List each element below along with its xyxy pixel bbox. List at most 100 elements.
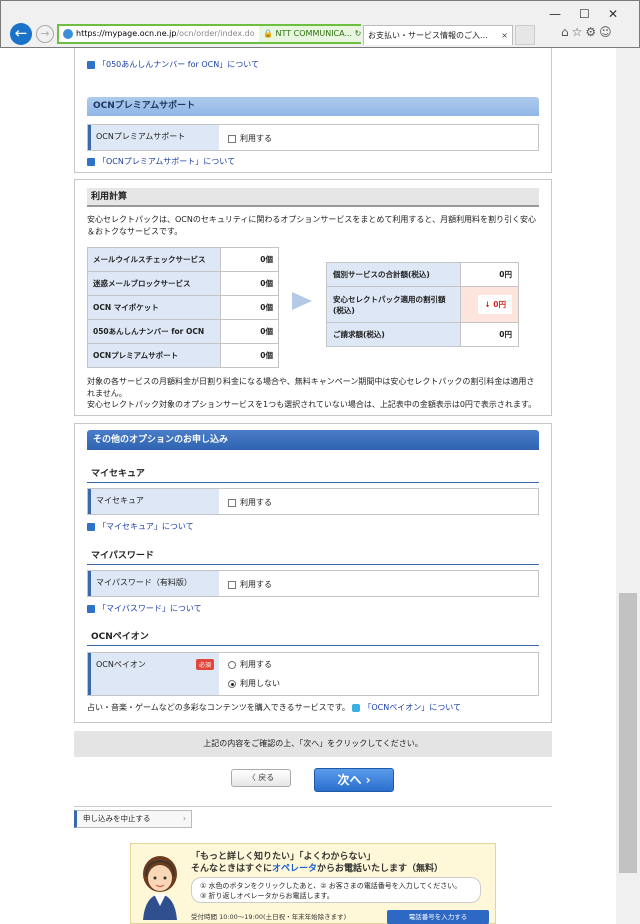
close-window-icon[interactable]: ✕	[608, 7, 618, 21]
next-button[interactable]: 次へ ›	[314, 768, 394, 792]
tab-close-icon[interactable]: ×	[501, 26, 508, 45]
item-name: OCN マイポケット	[87, 295, 221, 320]
divider	[74, 806, 552, 807]
table-row: 迷惑メールブロックサービス 0個	[87, 271, 279, 296]
item-name: OCNプレミアムサポート	[87, 343, 221, 368]
link-mysecure[interactable]: 「マイセキュア」について	[87, 521, 194, 532]
browser-tab[interactable]: お支払い・サービス情報のご入... ×	[363, 25, 513, 45]
discount-label: 安心セレクトパック適用の割引額(税込)	[326, 286, 461, 323]
link-payon[interactable]: 「OCNペイオン」について	[352, 703, 461, 712]
link-050-anshin[interactable]: 「050あんしんナンバー for OCN」について	[87, 59, 259, 70]
step-2: ③ 折り返しオペレータからお電話します。	[200, 892, 334, 900]
mypassword-label: マイパスワード（有料版）	[88, 571, 219, 596]
chat-icon	[352, 703, 361, 712]
premium-row: OCNプレミアムサポート 利用する	[87, 124, 539, 151]
total-value: 0円	[460, 322, 519, 347]
back-arrow-icon[interactable]: ←	[10, 23, 32, 45]
mypassword-checkbox[interactable]: 利用する	[228, 579, 272, 590]
table-row: ご請求額(税込) 0円	[326, 322, 519, 347]
calc-note-1: 対象の各サービスの月額料金が日割り料金になる場合や、無料キャンペーン期間中は安心…	[87, 377, 535, 398]
mysecure-label: マイセキュア	[88, 489, 219, 514]
item-name: 迷惑メールブロックサービス	[87, 271, 221, 296]
enter-phone-button[interactable]: 電話番号を入力する	[387, 910, 489, 924]
premium-label: OCNプレミアムサポート	[88, 125, 219, 150]
link-icon	[87, 522, 95, 531]
table-row: 個別サービスの合計額(税込) 0円	[326, 262, 519, 287]
mypassword-title: マイパスワード	[87, 548, 539, 565]
checkbox-icon[interactable]	[228, 580, 236, 589]
chevron-right-icon: ›	[183, 814, 186, 823]
item-count: 0個	[220, 319, 279, 344]
link-icon	[87, 604, 95, 613]
tab-title: お支払い・サービス情報のご入...	[368, 31, 488, 40]
payon-title: OCNペイオン	[87, 629, 539, 646]
cancel-application-button[interactable]: 申し込みを中止する ›	[74, 810, 192, 828]
table-row: 安心セレクトパック適用の割引額(税込) ↓ 0円	[326, 286, 519, 323]
checkbox-icon[interactable]	[228, 498, 236, 507]
payon-label: OCNペイオン	[96, 660, 146, 669]
browser-chrome: — ☐ ✕ ← → https://mypage.ocn.ne.jp/ocn/o…	[0, 0, 640, 48]
payon-radio-not-use[interactable]: 利用しない	[228, 678, 280, 689]
security-indicator[interactable]: 🔒 NTT COMMUNICA... ↻	[259, 26, 361, 42]
payon-label-cell: OCNペイオン 必須	[88, 653, 219, 695]
calc-description: 安心セレクトパックは、OCNのセキュリティに関わるオプションサービスをまとめて利…	[87, 215, 537, 236]
mysecure-title: マイセキュア	[87, 466, 539, 483]
forward-arrow-icon[interactable]: →	[36, 25, 54, 43]
banner-line-2: そんなときはすぐにオペレータからお電話いたします（無料）	[191, 864, 444, 874]
new-tab-button[interactable]	[515, 25, 535, 45]
item-name: メールウイルスチェックサービス	[87, 247, 221, 272]
toolbar-icons[interactable]: ⌂☆⚙☺	[561, 25, 615, 39]
maximize-icon[interactable]: ☐	[579, 7, 590, 21]
item-count: 0個	[220, 295, 279, 320]
item-count: 0個	[220, 247, 279, 272]
discount-value: 0円	[493, 300, 506, 309]
calc-note-2: 安心セレクトパック対象のオプションサービスを1つも選択されていない場合は、上記表…	[87, 400, 537, 409]
payon-radio-use[interactable]: 利用する	[228, 659, 272, 670]
down-arrow-icon: ↓	[484, 300, 491, 309]
item-name: 050あんしんナンバー for OCN	[87, 319, 221, 344]
individual-total-value: 0円	[460, 262, 519, 287]
step-1: ① 水色のボタンをクリックしたあと、② お客さまの電話番号を入力してください。	[200, 882, 462, 890]
individual-total-label: 個別サービスの合計額(税込)	[326, 262, 461, 287]
payon-row: OCNペイオン 必須 利用する 利用しない	[87, 652, 539, 696]
minimize-icon[interactable]: —	[549, 7, 561, 21]
radio-selected-icon[interactable]	[228, 679, 236, 688]
total-label: ご請求額(税込)	[326, 322, 461, 347]
other-options-header: その他のオプションのお申し込み	[87, 430, 539, 450]
page-viewport: 「050あんしんナンバー for OCN」について OCNプレミアムサポート O…	[0, 48, 616, 924]
calc-header: 利用計算	[87, 188, 539, 207]
banner-steps: ① 水色のボタンをクリックしたあと、② お客さまの電話番号を入力してください。 …	[191, 877, 481, 903]
confirm-message: 上記の内容をご確認の上、「次へ」をクリックしてください。	[74, 731, 552, 757]
table-row: メールウイルスチェックサービス 0個	[87, 247, 279, 272]
url-path: /ocn/order/index.do	[176, 29, 255, 38]
link-premium[interactable]: 「OCNプレミアムサポート」について	[87, 156, 235, 167]
link-mypassword[interactable]: 「マイパスワード」について	[87, 603, 202, 614]
site-favicon-icon	[63, 28, 73, 39]
item-count: 0個	[220, 271, 279, 296]
table-row: 050あんしんナンバー for OCN 0個	[87, 319, 279, 344]
link-icon	[87, 157, 95, 166]
back-button[interactable]: 〈 戻る	[231, 769, 291, 787]
radio-icon[interactable]	[228, 660, 236, 669]
operator-illustration-icon	[143, 856, 177, 920]
table-row: OCNプレミアムサポート 0個	[87, 343, 279, 368]
calc-summary-table: 個別サービスの合計額(税込) 0円 安心セレクトパック適用の割引額(税込) ↓ 0円…	[326, 262, 519, 347]
table-row: OCN マイポケット 0個	[87, 295, 279, 320]
premium-header: OCNプレミアムサポート	[87, 97, 539, 116]
mypassword-row: マイパスワード（有料版） 利用する	[87, 570, 539, 597]
calc-items-table: メールウイルスチェックサービス 0個 迷惑メールブロックサービス 0個 OCN マイ…	[87, 247, 279, 368]
right-arrow-icon	[292, 292, 312, 310]
checkbox-icon[interactable]	[228, 134, 236, 143]
discount-cell: ↓ 0円	[460, 286, 519, 323]
scrollbar-thumb[interactable]	[619, 593, 637, 873]
premium-checkbox[interactable]: 利用する	[228, 133, 272, 144]
link-icon	[87, 60, 95, 69]
required-badge: 必須	[195, 659, 214, 670]
mysecure-row: マイセキュア 利用する	[87, 488, 539, 515]
url-host: https://mypage.ocn.ne.jp	[76, 29, 177, 38]
item-count: 0個	[220, 343, 279, 368]
mysecure-checkbox[interactable]: 利用する	[228, 497, 272, 508]
callback-banner: 「もっと詳しく知りたい」「よくわからない」 そんなときはすぐにオペレータからお電…	[130, 843, 496, 924]
vertical-scrollbar[interactable]	[616, 48, 640, 924]
banner-hours: 受付時間 10:00〜19:00(土日祝・年末年始除きます)	[191, 913, 347, 921]
